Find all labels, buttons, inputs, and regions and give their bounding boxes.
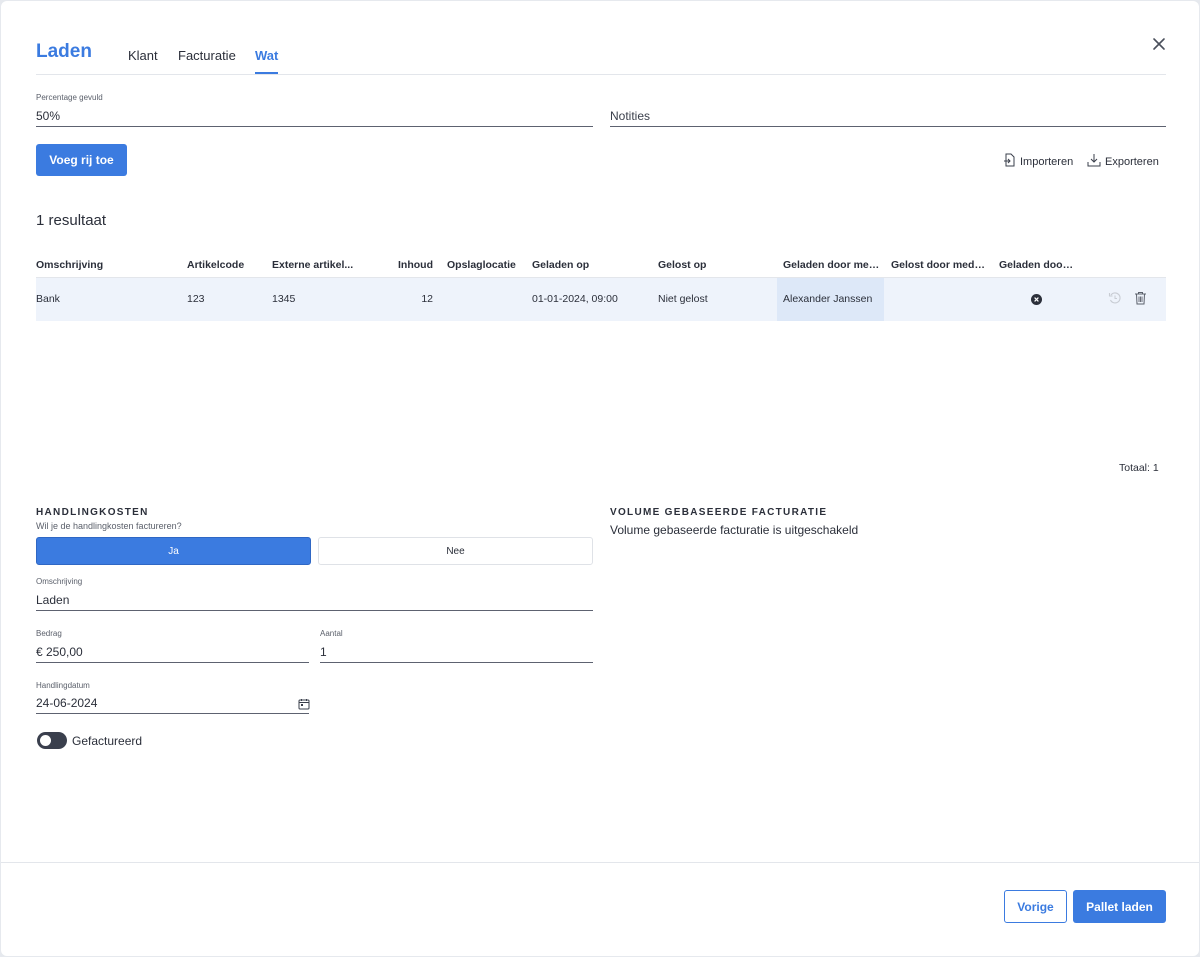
column-header-artikelcode[interactable]: Artikelcode — [187, 259, 267, 271]
import-icon — [1003, 153, 1016, 170]
percentage-label: Percentage gevuld — [36, 93, 103, 102]
handling-section-title: HANDLINGKOSTEN — [36, 507, 149, 518]
description-input[interactable]: Laden — [36, 593, 69, 607]
invoiced-label: Gefactureerd — [72, 734, 143, 748]
trash-icon[interactable] — [1134, 291, 1147, 305]
description-underline — [36, 610, 593, 611]
column-header-geladen-door[interactable]: Geladen door ... — [999, 259, 1077, 271]
quantity-underline — [320, 662, 593, 663]
add-row-button[interactable]: Voeg rij toe — [36, 144, 127, 176]
column-header-opslaglocatie[interactable]: Opslaglocatie — [447, 259, 527, 271]
amount-input[interactable]: € 250,00 — [36, 645, 83, 659]
percentage-input[interactable]: 50% — [36, 109, 60, 123]
toggle-knob — [40, 735, 51, 746]
download-icon — [1087, 153, 1101, 170]
tab-wat[interactable]: Wat — [255, 48, 278, 63]
cell-gelost-op: Niet gelost — [658, 293, 708, 305]
invoiced-toggle[interactable] — [37, 732, 67, 749]
column-header-gelost-op[interactable]: Gelost op — [658, 259, 758, 271]
export-label: Exporteren — [1105, 155, 1159, 168]
invoice-no-button[interactable]: Nee — [318, 537, 593, 565]
submit-button[interactable]: Pallet laden — [1073, 890, 1166, 923]
results-total: Totaal: 1 — [1119, 462, 1159, 474]
invoice-yes-button[interactable]: Ja — [36, 537, 311, 565]
quantity-input[interactable]: 1 — [320, 645, 327, 659]
notes-underline — [610, 126, 1166, 127]
undo-icon[interactable] — [1108, 291, 1122, 305]
volume-section-title: VOLUME GEBASEERDE FACTURATIE — [610, 507, 828, 518]
cell-omschrijving: Bank — [36, 293, 60, 305]
column-header-geladen-op[interactable]: Geladen op — [532, 259, 642, 271]
import-button[interactable]: Importeren — [1003, 153, 1073, 170]
notes-input[interactable]: Notities — [610, 109, 650, 123]
tab-klant[interactable]: Klant — [128, 48, 158, 63]
export-button[interactable]: Exporteren — [1087, 153, 1159, 170]
close-circle-icon[interactable] — [1031, 292, 1042, 305]
handling-question: Wil je de handlingkosten factureren? — [36, 521, 182, 531]
cell-inhoud: 12 — [421, 293, 433, 305]
date-input[interactable]: 24-06-2024 — [36, 696, 97, 710]
footer-divider — [1, 862, 1199, 863]
cell-extern: 1345 — [272, 293, 296, 305]
previous-button[interactable]: Vorige — [1004, 890, 1067, 923]
import-label: Importeren — [1020, 155, 1074, 168]
quantity-label: Aantal — [320, 629, 343, 638]
calendar-icon[interactable] — [298, 697, 310, 710]
header-divider — [36, 74, 1166, 75]
cell-geladen-op: 01-01-2024, 09:00 — [532, 293, 618, 305]
column-header-omschrijving[interactable]: Omschrijving — [36, 259, 176, 271]
description-label: Omschrijving — [36, 577, 83, 586]
dialog-title: Laden — [36, 41, 92, 62]
tab-facturatie[interactable]: Facturatie — [178, 48, 236, 63]
amount-underline — [36, 662, 309, 663]
cell-artikelcode: 123 — [187, 293, 205, 305]
column-header-extern[interactable]: Externe artikel... — [272, 259, 362, 271]
volume-status-text: Volume gebaseerde facturatie is uitgesch… — [610, 523, 859, 537]
date-underline — [36, 713, 309, 714]
column-header-inhoud[interactable]: Inhoud — [387, 259, 433, 271]
dialog: Laden Klant Facturatie Wat Percentage ge… — [1, 1, 1199, 956]
cell-geladen-door-med[interactable]: Alexander Janssen — [783, 293, 872, 305]
amount-label: Bedrag — [36, 629, 62, 638]
close-icon[interactable] — [1150, 35, 1168, 53]
column-header-geladen-door-med[interactable]: Geladen door med... — [783, 259, 883, 271]
date-label: Handlingdatum — [36, 681, 90, 690]
percentage-underline — [36, 126, 593, 127]
results-count: 1 resultaat — [36, 212, 107, 229]
column-header-gelost-door-mede[interactable]: Gelost door mede... — [891, 259, 989, 271]
